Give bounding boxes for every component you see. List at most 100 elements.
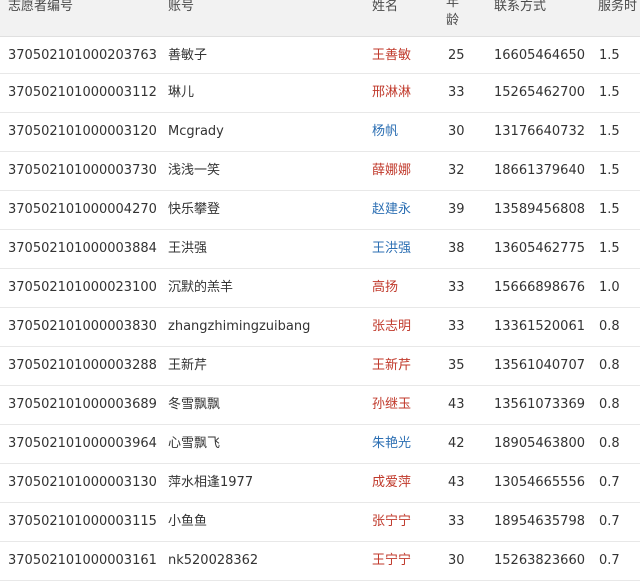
age-cell: 32 [448, 163, 465, 178]
table-row[interactable]: 370502101000003161 nk520028362 王宁宁 30 152638… [0, 542, 640, 581]
table-header: 志愿者编号 账号 姓名 年龄 联系方式 服务时 [0, 0, 640, 37]
service-hours-cell: 1.5 [599, 124, 620, 139]
phone-cell: 15265462700 [494, 85, 585, 100]
name-cell: 王洪强 [372, 230, 411, 268]
table-row[interactable]: 370502101000003120 Mcgrady 杨帆 30 13176640732… [0, 113, 640, 152]
name-link[interactable]: 王善敏 [372, 48, 411, 63]
age-cell: 35 [448, 358, 465, 373]
table-row[interactable]: 370502101000003964 心雪飘飞 朱艳光 42 18905463800 0.… [0, 425, 640, 464]
age-cell: 33 [448, 319, 465, 334]
name-cell: 薛娜娜 [372, 152, 411, 190]
phone-cell: 15263823660 [494, 553, 585, 568]
name-cell: 杨帆 [372, 113, 398, 151]
phone-cell: 13605462775 [494, 241, 585, 256]
service-hours-cell: 1.5 [599, 85, 620, 100]
service-hours-cell: 1.5 [599, 48, 620, 63]
name-cell: 高扬 [372, 269, 398, 307]
name-link[interactable]: 王洪强 [372, 241, 411, 256]
volunteer-id-cell: 370502101000003161 [8, 553, 157, 568]
name-cell: 王宁宁 [372, 542, 411, 580]
phone-cell: 18661379640 [494, 163, 585, 178]
name-link[interactable]: 成爱萍 [372, 475, 411, 490]
account-cell: 冬雪飘飘 [168, 397, 221, 412]
name-cell: 赵建永 [372, 191, 411, 229]
table-row[interactable]: 370502101000003115 小鱼鱼 张宁宁 33 18954635798 0.7 [0, 503, 640, 542]
name-cell: 张志明 [372, 308, 411, 346]
account-cell: 善敏子 [168, 48, 208, 63]
table-row[interactable]: 370502101000203763 善敏子 王善敏 25 16605464650 1.5 [0, 37, 640, 74]
header-volunteer-id[interactable]: 志愿者编号 [8, 0, 73, 14]
table-row[interactable]: 370502101000003689 冬雪飘飘 孙继玉 43 13561073369 0.… [0, 386, 640, 425]
name-cell: 王善敏 [372, 37, 411, 75]
account-cell: 浅浅一笑 [168, 163, 221, 178]
service-hours-cell: 1.5 [599, 163, 620, 178]
age-cell: 33 [448, 85, 465, 100]
phone-cell: 13561040707 [494, 358, 585, 373]
age-cell: 39 [448, 202, 465, 217]
header-name[interactable]: 姓名 [372, 0, 398, 14]
header-account[interactable]: 账号 [168, 0, 194, 14]
age-cell: 30 [448, 553, 465, 568]
table-row[interactable]: 370502101000003130 萍水相逢1977 成爱萍 43 130546655… [0, 464, 640, 503]
volunteer-id-cell: 370502101000003120 [8, 124, 157, 139]
age-cell: 25 [448, 48, 465, 63]
account-cell: 萍水相逢1977 [168, 475, 254, 490]
name-link[interactable]: 张宁宁 [372, 514, 411, 529]
table-row[interactable]: 370502101000003730 浅浅一笑 薛娜娜 32 18661379640 1.… [0, 152, 640, 191]
phone-cell: 13561073369 [494, 397, 585, 412]
service-hours-cell: 0.7 [599, 475, 620, 490]
phone-cell: 13361520061 [494, 319, 585, 334]
volunteer-id-cell: 370502101000203763 [8, 48, 157, 63]
age-cell: 43 [448, 397, 465, 412]
name-link[interactable]: 孙继玉 [372, 397, 411, 412]
service-hours-cell: 1.5 [599, 241, 620, 256]
name-cell: 邢淋淋 [372, 74, 411, 112]
name-cell: 孙继玉 [372, 386, 411, 424]
account-cell: 小鱼鱼 [168, 514, 208, 529]
account-cell: 沉默的羔羊 [168, 280, 234, 295]
name-link[interactable]: 杨帆 [372, 124, 398, 139]
account-cell: 王新芹 [168, 358, 208, 373]
volunteer-id-cell: 370502101000003964 [8, 436, 157, 451]
header-service-hours[interactable]: 服务时 [598, 0, 637, 14]
name-link[interactable]: 张志明 [372, 319, 411, 334]
volunteer-id-cell: 370502101000003730 [8, 163, 157, 178]
table-row[interactable]: 370502101000003288 王新芹 王新芹 35 13561040707 0.8 [0, 347, 640, 386]
account-cell: 王洪强 [168, 241, 208, 256]
table-row[interactable]: 370502101000023100 沉默的羔羊 高扬 33 15666898676 1.… [0, 269, 640, 308]
age-cell: 38 [448, 241, 465, 256]
table-row[interactable]: 370502101000003830 zhangzhimingzuibang 张志明… [0, 308, 640, 347]
header-age[interactable]: 年龄 [446, 0, 462, 30]
service-hours-cell: 0.7 [599, 514, 620, 529]
volunteer-id-cell: 370502101000023100 [8, 280, 157, 295]
age-cell: 33 [448, 280, 465, 295]
name-link[interactable]: 朱艳光 [372, 436, 411, 451]
service-hours-cell: 1.0 [599, 280, 620, 295]
header-contact[interactable]: 联系方式 [494, 0, 546, 14]
volunteer-table: 志愿者编号 账号 姓名 年龄 联系方式 服务时 3705021010002037… [0, 0, 640, 581]
volunteer-id-cell: 370502101000003288 [8, 358, 157, 373]
age-cell: 33 [448, 514, 465, 529]
table-row[interactable]: 370502101000003884 王洪强 王洪强 38 13605462775 1.5 [0, 230, 640, 269]
name-link[interactable]: 王新芹 [372, 358, 411, 373]
service-hours-cell: 0.8 [599, 436, 620, 451]
name-link[interactable]: 薛娜娜 [372, 163, 411, 178]
volunteer-id-cell: 370502101000003689 [8, 397, 157, 412]
volunteer-id-cell: 370502101000003830 [8, 319, 157, 334]
volunteer-id-cell: 370502101000004270 [8, 202, 157, 217]
name-cell: 成爱萍 [372, 464, 411, 502]
volunteer-id-cell: 370502101000003130 [8, 475, 157, 490]
phone-cell: 18954635798 [494, 514, 585, 529]
name-link[interactable]: 赵建永 [372, 202, 411, 217]
table-row[interactable]: 370502101000003112 琳儿 邢淋淋 33 15265462700 1.5 [0, 74, 640, 113]
name-link[interactable]: 邢淋淋 [372, 85, 411, 100]
account-cell: zhangzhimingzuibang [168, 319, 311, 334]
age-cell: 42 [448, 436, 465, 451]
name-cell: 张宁宁 [372, 503, 411, 541]
name-link[interactable]: 王宁宁 [372, 553, 411, 568]
account-cell: 心雪飘飞 [168, 436, 221, 451]
name-link[interactable]: 高扬 [372, 280, 398, 295]
phone-cell: 13589456808 [494, 202, 585, 217]
table-row[interactable]: 370502101000004270 快乐攀登 赵建永 39 13589456808 1.… [0, 191, 640, 230]
volunteer-id-cell: 370502101000003115 [8, 514, 157, 529]
